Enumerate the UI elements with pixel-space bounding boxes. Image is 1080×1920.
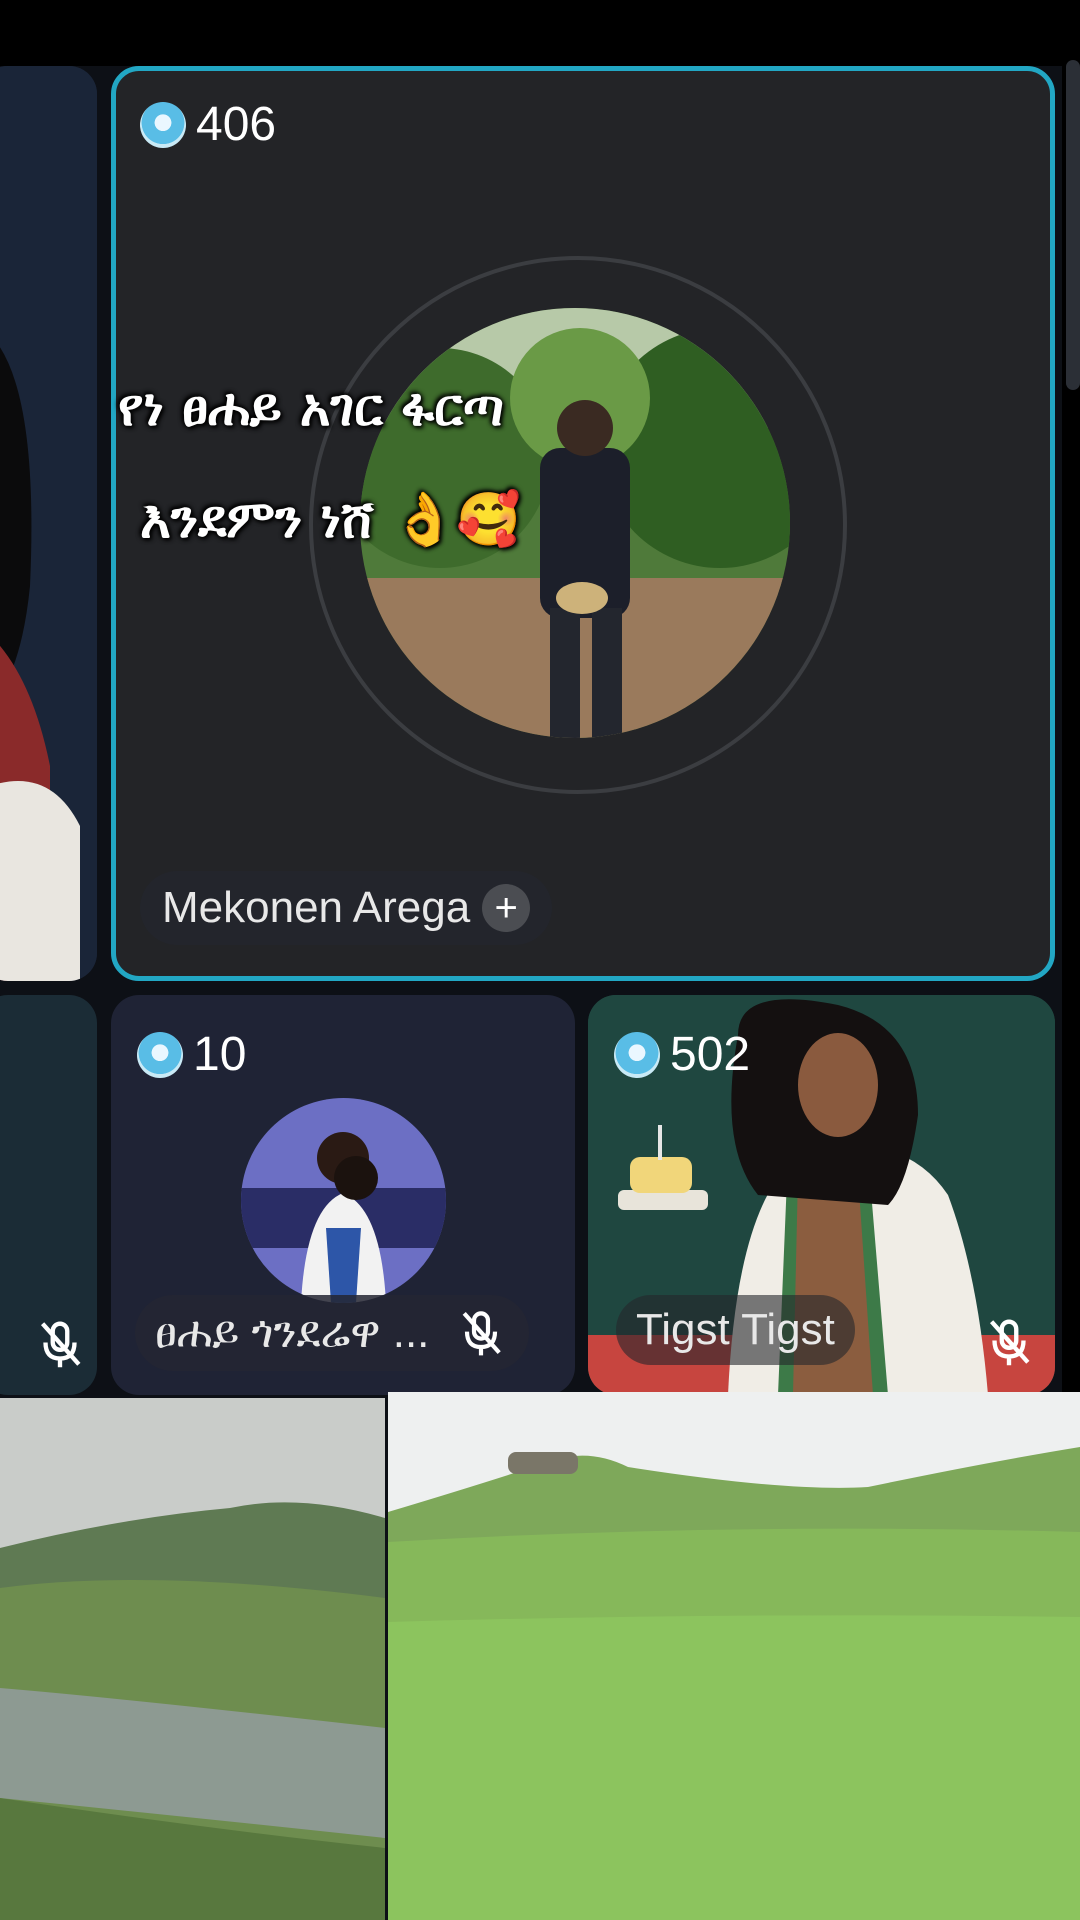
pasture-photo — [388, 1392, 1080, 1920]
participant-score: 10 — [193, 1028, 247, 1081]
participant-score: 502 — [670, 1028, 751, 1081]
scrollbar-thumb[interactable] — [1066, 60, 1080, 390]
participant-name: ፀሐይ ጎንደሬዋ ... — [155, 1308, 430, 1357]
participant-video-partial — [0, 66, 97, 981]
speaker-score: 406 — [196, 98, 277, 151]
mic-off-icon — [463, 1311, 502, 1356]
caption-line-2-text: እንደምን ነሸ — [140, 490, 374, 550]
speaker-name: Mekonen Arega — [162, 883, 471, 932]
participant-tile[interactable]: 10 ፀሐይ ጎንደሬዋ ... — [111, 995, 575, 1395]
participant-name-chip: Tigst Tigst — [616, 1295, 855, 1365]
caption-line-1: የነ ፀሐይ አገር ፋርጣ — [118, 378, 504, 438]
participant-avatar — [241, 1098, 446, 1303]
partial-tile-left-2[interactable] — [0, 995, 97, 1395]
participant-tile[interactable]: 502 Tigst Tigst — [588, 995, 1055, 1395]
landscape-photo-left — [0, 1398, 385, 1920]
partial-tile-left[interactable] — [0, 66, 97, 981]
participant-name: Tigst Tigst — [636, 1305, 835, 1354]
mic-off-icon — [40, 1321, 81, 1368]
mic-off-icon — [989, 1319, 1030, 1366]
gem-icon — [137, 1031, 183, 1078]
gem-icon — [614, 1031, 660, 1078]
caption-emoji: 👌🥰 — [391, 490, 522, 550]
participant-score-badge: 502 — [614, 1027, 750, 1082]
hills-photo — [0, 1398, 385, 1920]
speaker-score-badge: 406 — [140, 97, 276, 152]
landscape-photo-right — [388, 1392, 1080, 1920]
participant-photo — [241, 1098, 446, 1303]
plus-icon[interactable]: + — [482, 884, 531, 932]
gem-icon — [140, 101, 186, 148]
caption-line-2: እንደምን ነሸ 👌🥰 — [140, 487, 521, 555]
participant-score-badge: 10 — [137, 1027, 246, 1082]
speaker-name-chip[interactable]: Mekonen Arega + — [140, 871, 553, 945]
top-status-bar — [0, 0, 1080, 66]
participant-name-chip: ፀሐይ ጎንደሬዋ ... — [135, 1295, 530, 1371]
